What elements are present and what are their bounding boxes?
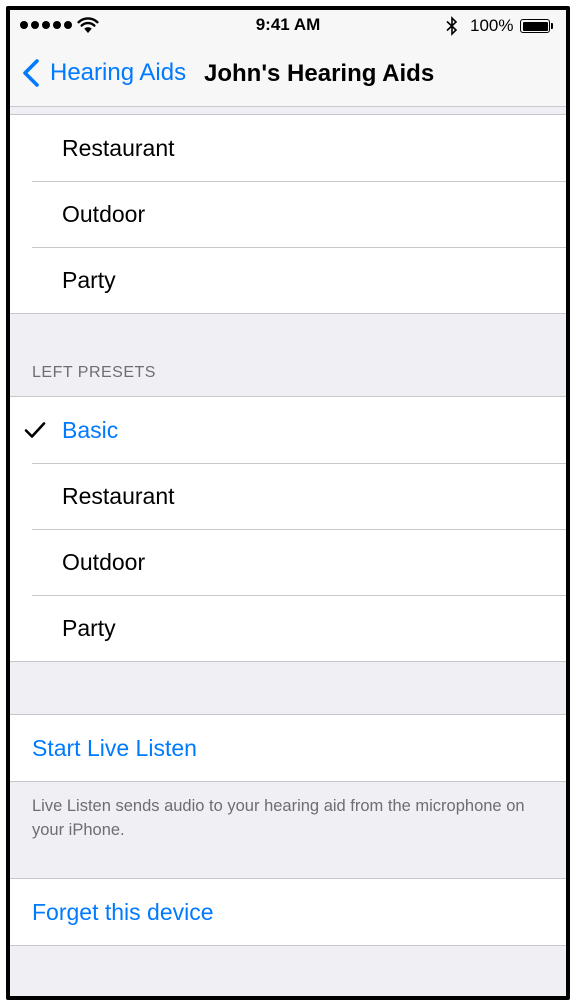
device-frame: 9:41 AM 100% Hearing Aids John's Hearing… (6, 6, 570, 1000)
preset-label: Restaurant (62, 134, 175, 161)
back-button[interactable]: Hearing Aids (22, 58, 186, 88)
list-item[interactable]: Party (10, 595, 566, 661)
list-item[interactable]: Restaurant (10, 463, 566, 529)
left-presets-list: Basic Restaurant Outdoor Party (10, 396, 566, 662)
battery-tip (551, 23, 553, 29)
preset-label: Basic (62, 416, 119, 443)
checkmark-icon (24, 422, 46, 438)
battery-icon (520, 19, 550, 33)
list-item[interactable]: Restaurant (10, 115, 566, 181)
list-item-selected[interactable]: Basic (10, 397, 566, 463)
status-bar: 9:41 AM 100% (10, 10, 566, 40)
live-listen-group: Start Live Listen (10, 714, 566, 782)
forget-device-button[interactable]: Forget this device (10, 879, 566, 945)
battery-fill (522, 21, 548, 31)
forget-device-label: Forget this device (32, 898, 214, 925)
screen: 9:41 AM 100% Hearing Aids John's Hearing… (10, 10, 566, 996)
live-listen-footer: Live Listen sends audio to your hearing … (32, 797, 525, 839)
forget-device-group: Forget this device (10, 878, 566, 946)
start-live-listen-label: Start Live Listen (32, 734, 197, 761)
page-title: John's Hearing Aids (204, 60, 435, 87)
preset-label: Party (62, 266, 116, 293)
preset-label: Restaurant (62, 482, 175, 509)
navigation-bar: Hearing Aids John's Hearing Aids (10, 48, 566, 102)
back-button-label: Hearing Aids (50, 59, 187, 86)
battery-percent: 100% (470, 16, 514, 35)
section-header-left-presets: LEFT PRESETS (32, 364, 156, 381)
top-bar: 9:41 AM 100% Hearing Aids John's Hearing… (10, 10, 566, 107)
list-item[interactable]: Outdoor (10, 181, 566, 247)
preset-label: Outdoor (62, 548, 146, 575)
list-item[interactable]: Party (10, 247, 566, 313)
list-item[interactable]: Outdoor (10, 529, 566, 595)
start-live-listen-button[interactable]: Start Live Listen (10, 715, 566, 781)
preset-label: Party (62, 614, 116, 641)
chevron-left-icon (23, 59, 39, 87)
bluetooth-icon (446, 16, 458, 36)
right-presets-list: Restaurant Outdoor Party (10, 114, 566, 314)
preset-label: Outdoor (62, 200, 146, 227)
